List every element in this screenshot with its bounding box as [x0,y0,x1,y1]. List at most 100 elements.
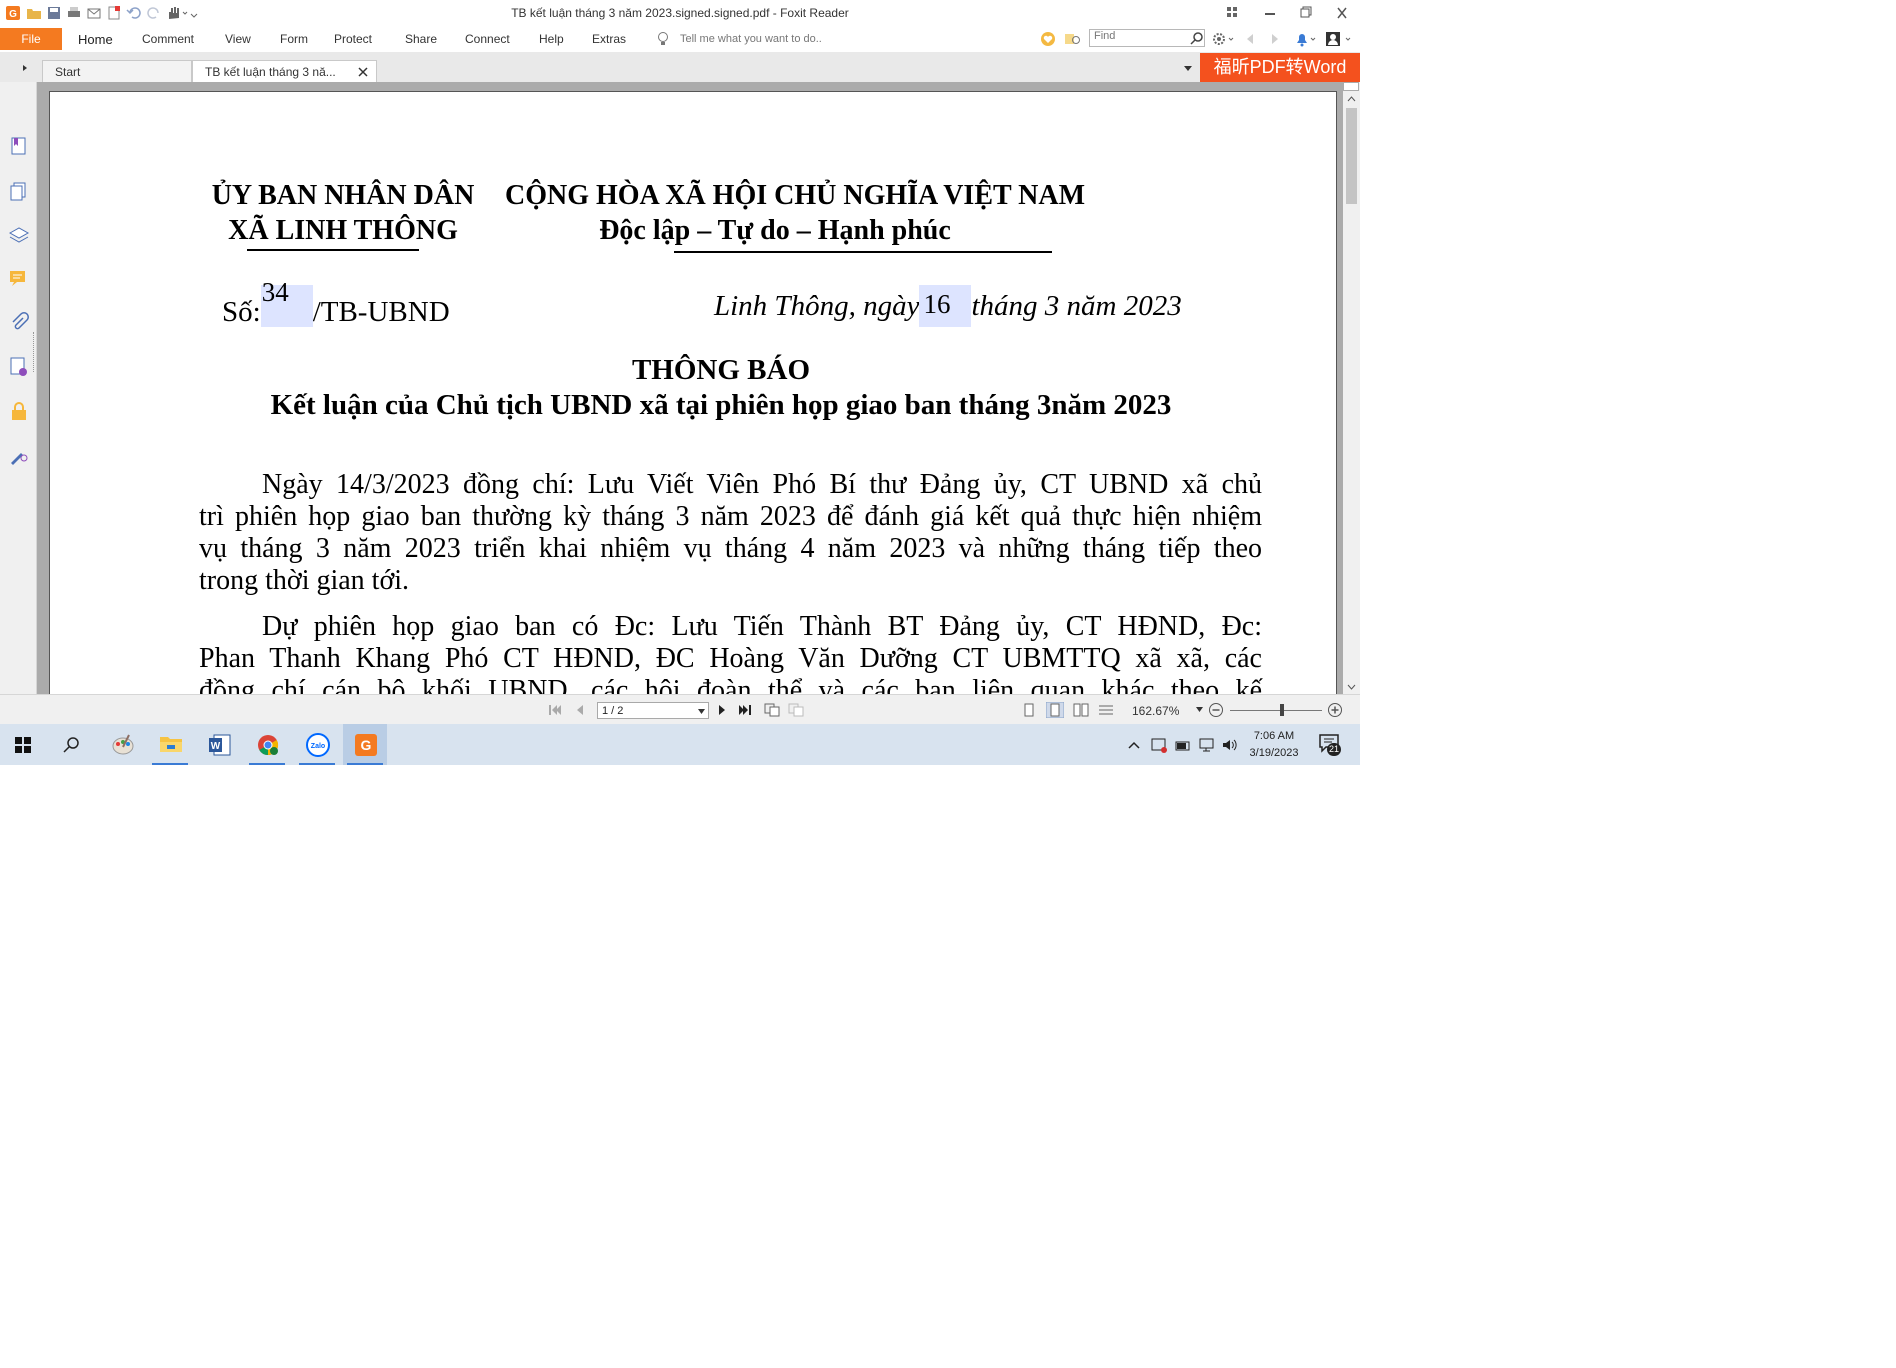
clock-time: 7:06 AM [1253,730,1295,742]
tab-start[interactable]: Start [42,60,192,82]
zoom-out-icon[interactable] [1208,702,1224,718]
zoom-dropdown-icon[interactable] [1196,707,1203,712]
tab-list-dropdown-icon[interactable] [1183,64,1193,72]
page-number-value: 1 / 2 [602,705,624,717]
scroll-up-icon[interactable] [1347,95,1356,102]
menu-share[interactable]: Share [405,32,437,46]
battery-icon[interactable] [1174,737,1192,753]
scroll-down-icon[interactable] [1347,684,1356,691]
nation-name: CỘNG HÒA XÃ HỘI CHỦ NGHĨA VIỆT NAM [505,180,1086,211]
svg-text:W: W [211,741,221,752]
page-number-input[interactable]: 1 / 2 [597,702,709,719]
promo-pdf-to-word-button[interactable]: 福昕PDF转Word [1200,53,1360,82]
system-clock[interactable]: 7:06 AM 3/19/2023 [1242,728,1306,762]
zoom-slider-thumb[interactable] [1280,704,1284,716]
find-input[interactable]: Find [1089,29,1205,47]
minimize-button[interactable] [1256,3,1284,23]
collapse-panel-icon[interactable] [20,62,30,74]
signature-panel-icon[interactable] [8,356,30,378]
date-day: 16 [923,289,951,319]
comments-panel-icon[interactable] [8,268,30,290]
chrome-icon [258,735,279,756]
active-indicator [299,763,335,765]
zoom-in-icon[interactable] [1327,702,1343,718]
attachments-panel-icon[interactable] [8,312,30,334]
layers-panel-icon[interactable] [8,224,30,246]
heart-icon[interactable] [1040,31,1056,47]
notification-icon[interactable] [1294,31,1318,47]
menu-form[interactable]: Form [280,32,308,46]
menu-extras[interactable]: Extras [592,32,626,46]
close-button[interactable] [1328,3,1356,23]
zoom-level[interactable]: 162.67% [1132,704,1179,718]
previous-view-status-icon[interactable] [764,703,780,717]
continuous-view-icon[interactable] [1046,702,1064,718]
previous-view-icon[interactable] [1243,31,1257,47]
pages-panel-icon[interactable] [8,180,30,202]
tab-start-label: Start [55,65,81,79]
menu-comment[interactable]: Comment [142,32,194,46]
menu-protect[interactable]: Protect [334,32,372,46]
first-page-icon[interactable] [548,704,562,716]
document-viewer[interactable]: ỦY BAN NHÂN DÂN XÃ LINH THÔNG CỘNG HÒA X… [37,82,1343,694]
settings-icon[interactable] [1212,31,1236,47]
search-icon[interactable] [1190,31,1204,45]
menu-connect[interactable]: Connect [465,32,510,46]
document-tab-bar: Start TB kết luận tháng 3 nă... 福昕PDF转Wo… [0,52,1360,82]
menu-help[interactable]: Help [539,32,564,46]
network-icon[interactable] [1198,736,1216,754]
continuous-facing-view-icon[interactable] [1098,703,1114,717]
taskbar-foxit[interactable]: G [343,724,387,765]
bookmark-panel-icon[interactable] [8,135,30,157]
close-tab-icon[interactable] [358,67,368,77]
find-text-icon[interactable] [1064,31,1082,47]
layout-icon[interactable] [1218,3,1246,23]
last-page-icon[interactable] [738,704,752,716]
para1-line3: vụ tháng 3 năm 2023 triển khai nhiệm vụ … [199,533,1262,564]
scroll-thumb[interactable] [1346,108,1357,204]
security-panel-icon[interactable] [8,400,30,422]
zoom-slider-track[interactable] [1230,710,1322,711]
tab-document-label: TB kết luận tháng 3 nă... [205,65,336,79]
next-view-status-icon[interactable] [788,703,804,717]
pdf-page: ỦY BAN NHÂN DÂN XÃ LINH THÔNG CỘNG HÒA X… [49,91,1337,694]
taskbar-word[interactable]: W [197,724,241,765]
digital-id-panel-icon[interactable] [8,444,30,466]
taskbar-search-button[interactable] [49,724,93,765]
panel-resize-handle[interactable] [33,332,36,372]
taskbar-file-explorer[interactable] [148,724,192,765]
security-tray-icon[interactable] [1150,736,1168,754]
single-page-view-icon[interactable] [1022,703,1036,717]
volume-icon[interactable] [1221,736,1239,754]
number-value-field[interactable]: 34 [260,277,313,327]
tell-me-search[interactable]: Tell me what you want to do.. [680,33,822,45]
next-page-icon[interactable] [717,704,727,716]
user-icon[interactable] [1324,30,1356,48]
para1-line1: Ngày 14/3/2023 đồng chí: Lưu Viết Viên P… [262,469,1262,500]
notice-subheading: Kết luận của Chủ tịch UBND xã tại phiên … [270,389,1172,421]
para2-line3: đồng chí cán bộ khối UBND, các hội đoàn … [199,675,1262,694]
date-prefix: Linh Thông, ngày [714,290,920,322]
motto-underline [674,251,1052,253]
menu-home[interactable]: Home [78,32,113,47]
page-dropdown-icon[interactable] [698,709,705,714]
tab-document[interactable]: TB kết luận tháng 3 nă... [192,60,377,82]
taskbar-chrome[interactable] [245,724,289,765]
restore-button[interactable] [1292,3,1320,23]
vertical-scrollbar[interactable] [1343,82,1360,694]
date-day-field[interactable]: 16 [919,285,972,327]
menu-view[interactable]: View [225,32,251,46]
action-center-button[interactable]: 21 [1318,733,1344,757]
split-handle[interactable] [1343,82,1359,91]
taskbar-paint-app[interactable] [100,724,144,765]
para1-line4: trong thời gian tới. [199,565,410,596]
show-hidden-icons-icon[interactable] [1128,740,1140,750]
facing-view-icon[interactable] [1073,703,1089,717]
previous-page-icon[interactable] [575,704,585,716]
taskbar-zalo[interactable]: Zalo [295,724,339,765]
zalo-icon: Zalo [306,733,330,757]
start-button[interactable] [0,724,44,765]
file-menu-button[interactable]: File [0,28,62,50]
svg-text:G: G [361,737,372,753]
next-view-icon[interactable] [1268,31,1282,47]
